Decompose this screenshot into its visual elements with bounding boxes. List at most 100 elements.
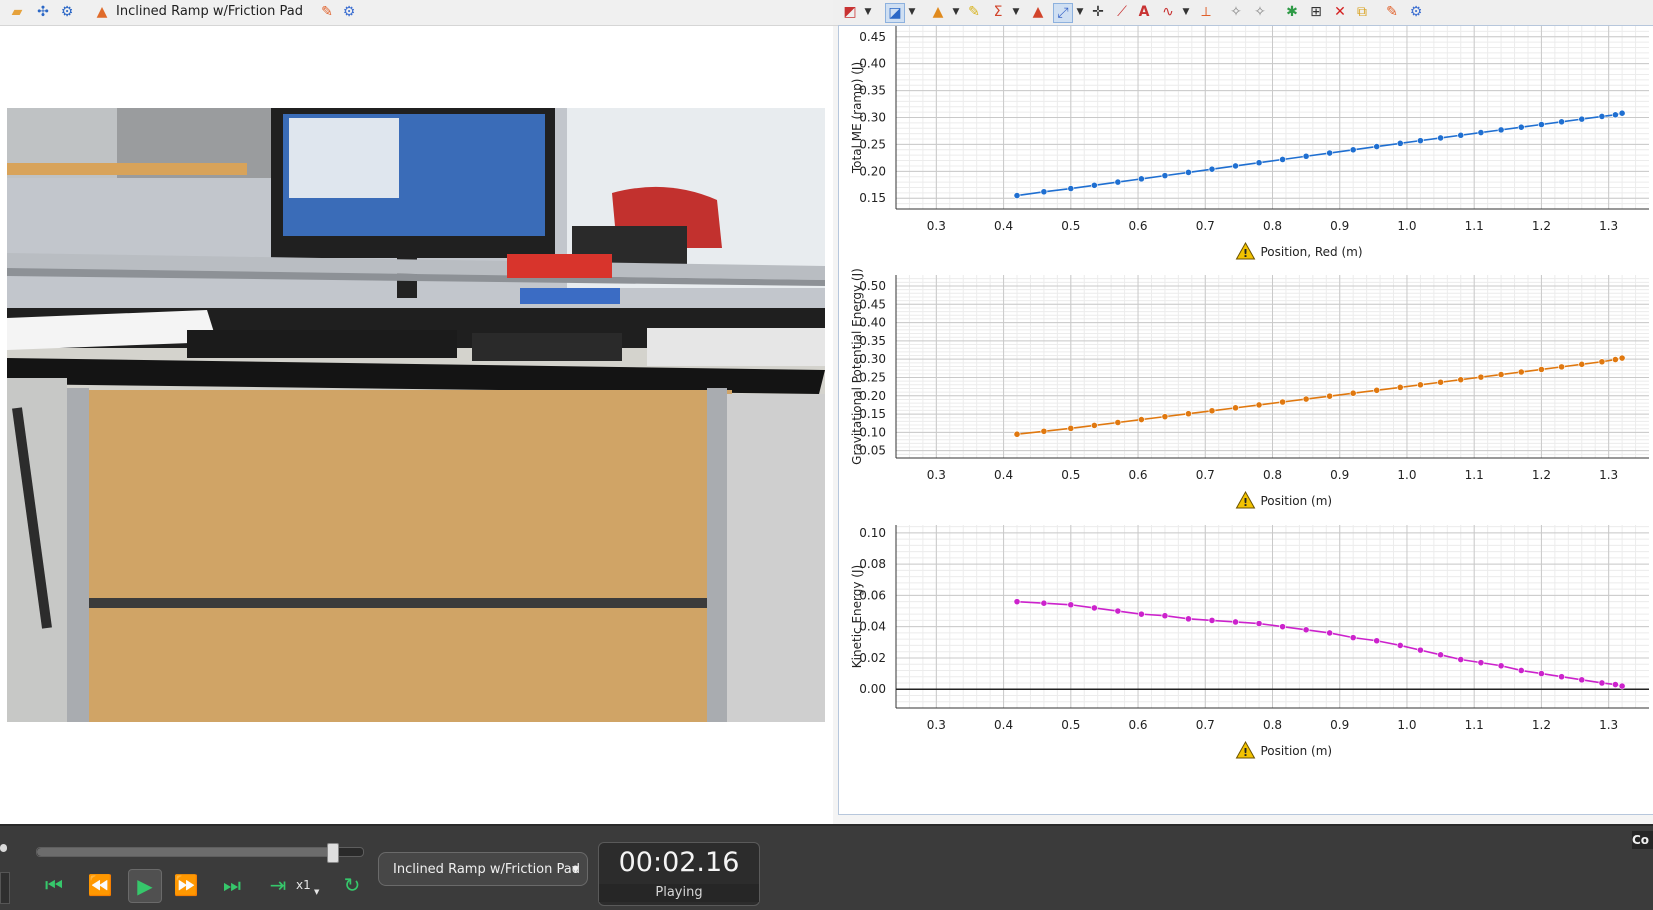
data-point[interactable]	[1611, 111, 1619, 119]
group-icon[interactable]: ⧉	[1353, 3, 1371, 21]
slope-icon[interactable]: ⟋	[1113, 3, 1131, 21]
data-point[interactable]	[1326, 149, 1334, 157]
data-point[interactable]	[1578, 360, 1586, 368]
prediction-clear-icon[interactable]: ✧	[1251, 3, 1269, 21]
pin-icon[interactable]: ✎	[318, 3, 336, 21]
data-point[interactable]	[1396, 642, 1404, 649]
area-icon[interactable]: ▲	[1029, 3, 1047, 21]
data-point[interactable]	[1538, 121, 1545, 128]
data-point[interactable]	[1232, 404, 1239, 412]
highlight-icon[interactable]: ✎	[965, 3, 983, 21]
graph-options-icon[interactable]: ◩	[841, 3, 859, 21]
data-point[interactable]	[1477, 659, 1485, 667]
chevron-down-icon[interactable]: ▼	[1071, 3, 1089, 21]
data-point[interactable]	[1538, 670, 1545, 677]
data-point[interactable]	[1208, 617, 1216, 624]
prediction-icon[interactable]: ✧	[1227, 3, 1245, 21]
data-point[interactable]	[1161, 612, 1169, 620]
data-point[interactable]	[1114, 607, 1122, 615]
data-point[interactable]	[1013, 598, 1021, 606]
annotation-text-icon[interactable]: A	[1135, 3, 1153, 21]
tangent-icon[interactable]: ⟂	[1197, 3, 1215, 21]
data-point[interactable]	[1255, 159, 1263, 167]
data-point[interactable]	[1457, 656, 1465, 663]
chevron-down-icon[interactable]: ▼	[947, 3, 965, 21]
data-point[interactable]	[1232, 162, 1239, 170]
data-point[interactable]	[1611, 681, 1619, 688]
graph-3[interactable]: 0.3 0.4 0.5 0.6 0.7 0.8 0.9 1.0 1.1 1.2 1.30.000.0…	[850, 525, 1649, 759]
rewind-icon[interactable]: ⏪	[86, 872, 114, 898]
scale-icon[interactable]: ∿	[1159, 3, 1177, 21]
skip-to-start-icon[interactable]: ⏮	[40, 872, 68, 898]
playback-slider[interactable]	[36, 843, 364, 863]
data-point[interactable]	[1185, 168, 1192, 176]
data-point[interactable]	[1013, 192, 1021, 199]
settings-gear-icon[interactable]: ⚙	[1407, 3, 1425, 21]
data-point[interactable]	[1302, 626, 1310, 634]
data-point[interactable]	[1396, 383, 1404, 391]
playback-slider-handle[interactable]	[327, 843, 340, 863]
data-point[interactable]	[1437, 134, 1444, 142]
data-point[interactable]	[1090, 181, 1098, 189]
data-point[interactable]	[1137, 175, 1145, 183]
data-source-icon[interactable]: ▲	[929, 3, 947, 21]
data-point[interactable]	[1090, 422, 1098, 429]
curve-fit-icon[interactable]: ⤢	[1053, 3, 1073, 23]
play-button[interactable]: ▶	[128, 869, 162, 903]
data-point[interactable]	[1373, 637, 1381, 645]
data-point[interactable]	[1417, 381, 1424, 389]
data-point[interactable]	[1396, 139, 1404, 147]
layout-icon[interactable]: ◪	[885, 3, 905, 23]
graphs-svg[interactable]: 0.3 0.4 0.5 0.6 0.7 0.8 0.9 1.0 1.1 1.2 1.30.150.2…	[839, 26, 1653, 814]
data-point[interactable]	[1013, 430, 1021, 438]
data-point[interactable]	[1437, 378, 1444, 386]
skip-to-end-icon[interactable]: ⏭	[218, 872, 246, 898]
chevron-down-icon[interactable]: ▼	[1007, 3, 1025, 21]
data-point[interactable]	[1279, 156, 1286, 163]
data-point[interactable]	[1067, 185, 1075, 192]
data-point[interactable]	[1349, 634, 1357, 642]
graph-area[interactable]: 0.3 0.4 0.5 0.6 0.7 0.8 0.9 1.0 1.1 1.2 1.3 0.15 0.2…	[838, 25, 1653, 815]
data-point[interactable]	[1208, 165, 1216, 173]
data-point[interactable]	[1279, 398, 1286, 406]
data-point[interactable]	[1598, 358, 1606, 366]
settings-gear-icon[interactable]: ⚙	[340, 3, 358, 21]
data-point[interactable]	[1477, 373, 1485, 381]
data-point[interactable]	[1161, 413, 1169, 421]
data-point[interactable]	[1161, 172, 1169, 180]
data-point[interactable]	[1457, 376, 1465, 384]
data-point[interactable]	[1497, 371, 1505, 378]
data-point[interactable]	[1558, 673, 1565, 681]
data-point[interactable]	[1279, 623, 1286, 631]
data-point[interactable]	[1185, 410, 1192, 418]
add-plot-icon[interactable]: ⊞	[1307, 3, 1325, 21]
data-point[interactable]	[1373, 386, 1381, 394]
data-point[interactable]	[1558, 363, 1565, 371]
data-point[interactable]	[1302, 152, 1310, 160]
data-point[interactable]	[1477, 129, 1485, 136]
data-point[interactable]	[1137, 610, 1145, 618]
data-point[interactable]	[1598, 679, 1606, 687]
loop-icon[interactable]: ↻	[338, 872, 366, 898]
data-point[interactable]	[1208, 407, 1216, 415]
pin-icon[interactable]: ✎	[1383, 3, 1401, 21]
data-point[interactable]	[1040, 188, 1048, 196]
chevron-down-icon[interactable]: ▼	[903, 3, 921, 21]
graph-2[interactable]: 0.3 0.4 0.5 0.6 0.7 0.8 0.9 1.0 1.1 1.2 1.30.050.1…	[850, 268, 1649, 509]
data-point[interactable]	[1538, 366, 1545, 373]
data-point[interactable]	[1618, 682, 1626, 690]
data-point[interactable]	[1114, 419, 1122, 426]
data-point[interactable]	[1137, 416, 1145, 423]
data-point[interactable]	[1326, 392, 1334, 400]
data-point[interactable]	[1114, 178, 1122, 186]
data-point[interactable]	[1417, 137, 1424, 145]
data-point[interactable]	[1558, 118, 1565, 126]
playback-speed-label[interactable]: x1	[296, 878, 311, 892]
calibration-icon[interactable]: ⚙	[58, 3, 76, 21]
chevron-down-icon[interactable]: ▼	[859, 3, 877, 21]
data-point[interactable]	[1517, 123, 1525, 131]
data-point[interactable]	[1040, 599, 1048, 607]
experiment-dropdown[interactable]: Inclined Ramp w/Friction Pad ▼	[378, 852, 588, 886]
fast-forward-icon[interactable]: ⏩	[172, 872, 200, 898]
data-point[interactable]	[1302, 395, 1310, 403]
